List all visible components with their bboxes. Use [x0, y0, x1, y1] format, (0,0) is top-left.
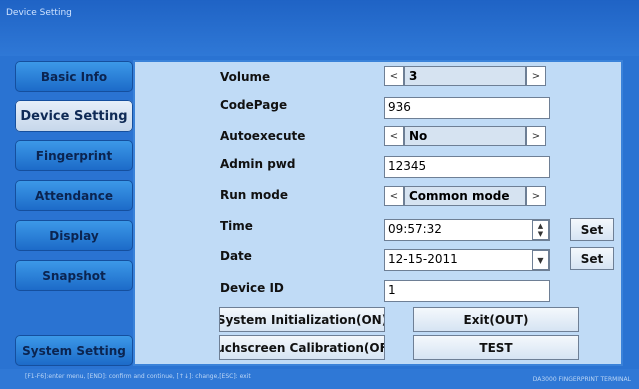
volume-decrease-button[interactable]: < — [384, 66, 404, 86]
run-mode-prev-button[interactable]: < — [384, 186, 404, 206]
autoexecute-prev-button[interactable]: < — [384, 126, 404, 146]
run-mode-label: Run mode — [220, 188, 288, 202]
chevron-down-icon[interactable]: ▼ — [532, 250, 549, 270]
time-label: Time — [220, 219, 253, 233]
codepage-input[interactable]: 936 — [384, 97, 550, 119]
window-title: Device Setting — [6, 8, 72, 18]
volume-label: Volume — [220, 70, 271, 84]
key-hint-text: [F1-F6]:enter menu, [END]: confirm and c… — [25, 373, 251, 380]
volume-value: 3 — [404, 66, 526, 86]
status-bar: [F1-F6]:enter menu, [END]: confirm and c… — [0, 369, 639, 389]
run-mode-value: Common mode — [404, 186, 526, 206]
title-bar: Device Setting — [0, 0, 639, 56]
device-id-label: Device ID — [220, 281, 284, 295]
system-initialization-button[interactable]: System Initialization(ON) — [219, 307, 385, 332]
run-mode-next-button[interactable]: > — [526, 186, 546, 206]
autoexecute-label: Autoexecute — [220, 129, 306, 143]
autoexecute-value: No — [404, 126, 526, 146]
time-set-button[interactable]: Set — [570, 218, 614, 241]
admin-pwd-input[interactable]: 12345 — [384, 156, 550, 178]
time-stepper-icon[interactable]: ▲ ▼ — [532, 220, 549, 240]
nav-snapshot[interactable]: Snapshot — [15, 260, 133, 291]
nav-attendance[interactable]: Attendance — [15, 180, 133, 211]
admin-pwd-label: Admin pwd — [220, 157, 296, 171]
nav-fingerprint[interactable]: Fingerprint — [15, 140, 133, 171]
nav-display[interactable]: Display — [15, 220, 133, 251]
test-button[interactable]: TEST — [413, 335, 579, 360]
time-input[interactable]: 09:57:32 — [384, 219, 550, 241]
date-set-button[interactable]: Set — [570, 247, 614, 270]
codepage-label: CodePage — [220, 98, 288, 112]
nav-device-setting[interactable]: Device Setting — [15, 100, 133, 132]
exit-button[interactable]: Exit(OUT) — [413, 307, 579, 332]
touchscreen-calibration-button[interactable]: uchscreen Calibration(OF — [219, 335, 385, 360]
brand-text: DA3000 FINGERPRINT TERMINAL — [532, 376, 631, 383]
autoexecute-next-button[interactable]: > — [526, 126, 546, 146]
nav-system-setting[interactable]: System Setting — [15, 335, 133, 366]
volume-increase-button[interactable]: > — [526, 66, 546, 86]
nav-basic-info[interactable]: Basic Info — [15, 61, 133, 92]
device-id-input[interactable]: 1 — [384, 280, 550, 302]
date-label: Date — [220, 249, 252, 263]
date-input[interactable]: 12-15-2011 — [384, 249, 550, 271]
